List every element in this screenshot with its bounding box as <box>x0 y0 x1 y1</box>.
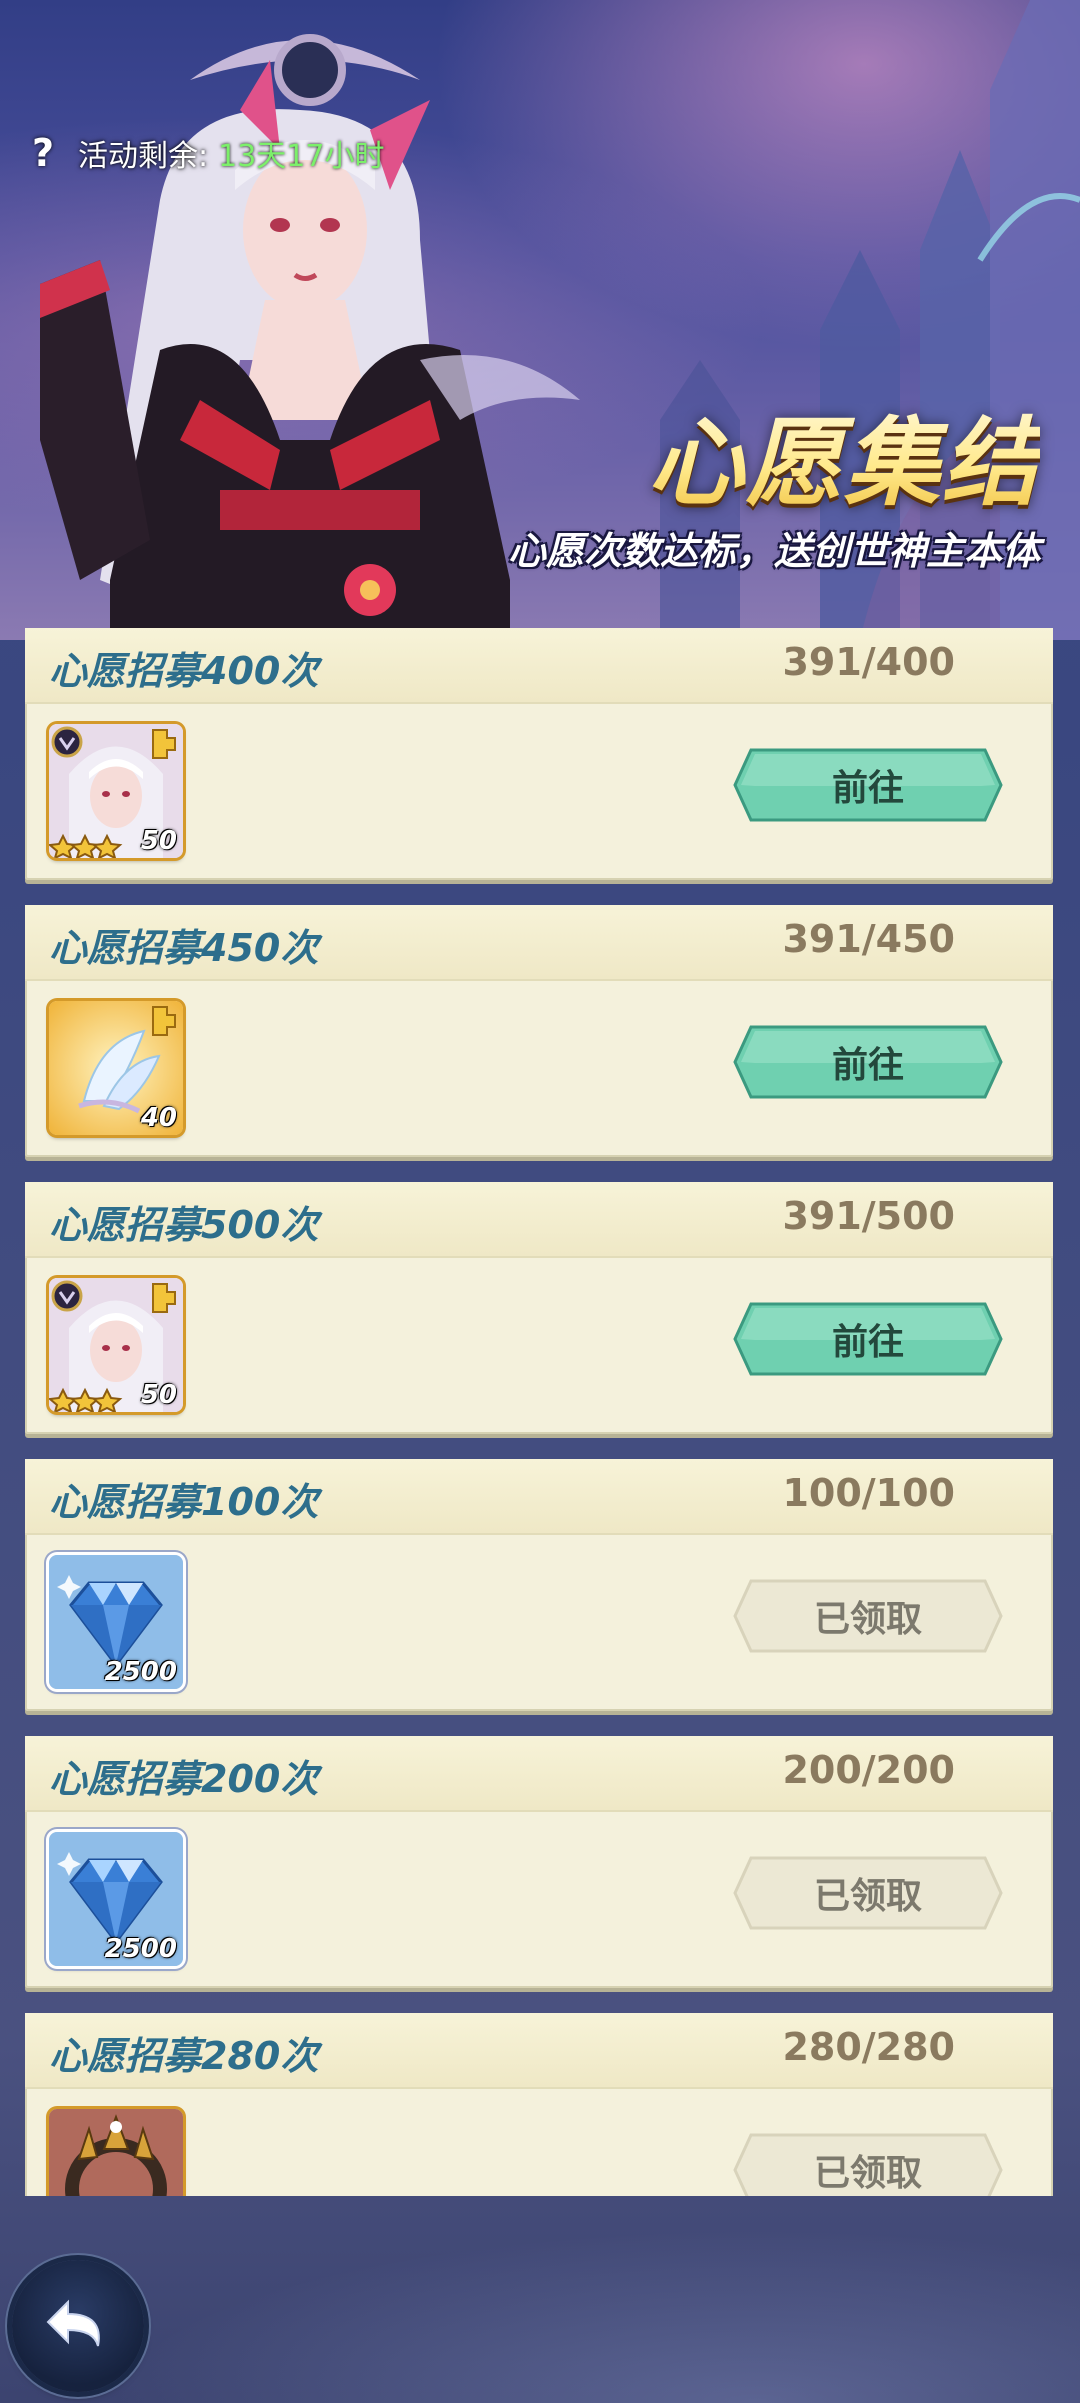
task-title: 心愿招募500次 <box>49 1203 319 1247</box>
go-button[interactable]: 前往 <box>733 1023 1003 1101</box>
reward-quantity: 40 <box>140 1103 177 1133</box>
task-card: 心愿招募280次 280/280 已领取 <box>25 2013 1053 2196</box>
task-card-header: 心愿招募100次 100/100 <box>25 1459 1053 1535</box>
reward-quantity: 50 <box>140 826 177 856</box>
button-label: 前往 <box>831 1045 904 1086</box>
task-list[interactable]: 心愿招募400次 391/400 50 前往 心愿招募450次 391/450 … <box>25 628 1053 2196</box>
crown-frame-icon <box>49 2109 183 2196</box>
go-button[interactable]: 前往 <box>733 1300 1003 1378</box>
task-card: 心愿招募200次 200/200 2500 已领取 <box>25 1736 1053 1988</box>
reward-quantity: 50 <box>140 1380 177 1410</box>
task-card-header: 心愿招募280次 280/280 <box>25 2013 1053 2089</box>
task-card: 心愿招募450次 391/450 40 前往 <box>25 905 1053 1157</box>
task-title: 心愿招募200次 <box>49 1757 319 1801</box>
button-label: 已领取 <box>813 2153 922 2194</box>
event-subtitle: 心愿次数达标，送创世神主本体 <box>507 529 1040 573</box>
reward-item-diamond[interactable]: 2500 <box>49 1555 183 1689</box>
timer-label: 活动剩余: <box>78 139 209 174</box>
reward-item-hero[interactable]: 50 <box>49 1278 183 1412</box>
task-title: 心愿招募400次 <box>49 649 319 693</box>
question-icon[interactable]: ? <box>18 128 68 178</box>
task-card: 心愿招募400次 391/400 50 前往 <box>25 628 1053 880</box>
reward-item-crown[interactable] <box>49 2109 183 2196</box>
reward-quantity: 2500 <box>104 1657 177 1687</box>
claimed-button: 已领取 <box>733 2131 1003 2196</box>
go-button[interactable]: 前往 <box>733 746 1003 824</box>
reward-item-diamond[interactable]: 2500 <box>49 1832 183 1966</box>
bottom-decoration <box>0 2200 1080 2403</box>
task-card-header: 心愿招募500次 391/500 <box>25 1182 1053 1258</box>
button-label: 已领取 <box>813 1599 922 1640</box>
reward-item-feather[interactable]: 40 <box>49 1001 183 1135</box>
button-label: 前往 <box>831 1322 904 1363</box>
back-button[interactable] <box>12 2260 144 2392</box>
back-arrow-icon <box>46 2299 100 2347</box>
task-progress: 200/200 <box>782 1748 955 1792</box>
task-progress: 391/500 <box>782 1194 955 1238</box>
claimed-button: 已领取 <box>733 1854 1003 1932</box>
task-title: 心愿招募100次 <box>49 1480 319 1524</box>
task-card-header: 心愿招募400次 391/400 <box>25 628 1053 704</box>
timer-value: 13天17小时 <box>218 139 385 174</box>
button-label: 已领取 <box>813 1876 922 1917</box>
task-title: 心愿招募450次 <box>49 926 319 970</box>
task-card-header: 心愿招募450次 391/450 <box>25 905 1053 981</box>
task-progress: 280/280 <box>782 2025 955 2069</box>
reward-item-hero[interactable]: 50 <box>49 724 183 858</box>
event-timer: ? 活动剩余: 13天17小时 <box>18 128 385 178</box>
task-card: 心愿招募500次 391/500 50 前往 <box>25 1182 1053 1434</box>
task-card: 心愿招募100次 100/100 2500 已领取 <box>25 1459 1053 1711</box>
claimed-button: 已领取 <box>733 1577 1003 1655</box>
button-label: 前往 <box>831 768 904 809</box>
task-progress: 391/450 <box>782 917 955 961</box>
task-title: 心愿招募280次 <box>49 2034 319 2078</box>
event-banner: ? 活动剩余: 13天17小时 心愿集结 心愿次数达标，送创世神主本体 <box>0 0 1080 640</box>
task-progress: 100/100 <box>782 1471 955 1515</box>
reward-quantity: 2500 <box>104 1934 177 1964</box>
task-progress: 391/400 <box>782 640 955 684</box>
event-title: 心愿集结 <box>648 385 1040 524</box>
task-card-header: 心愿招募200次 200/200 <box>25 1736 1053 1812</box>
